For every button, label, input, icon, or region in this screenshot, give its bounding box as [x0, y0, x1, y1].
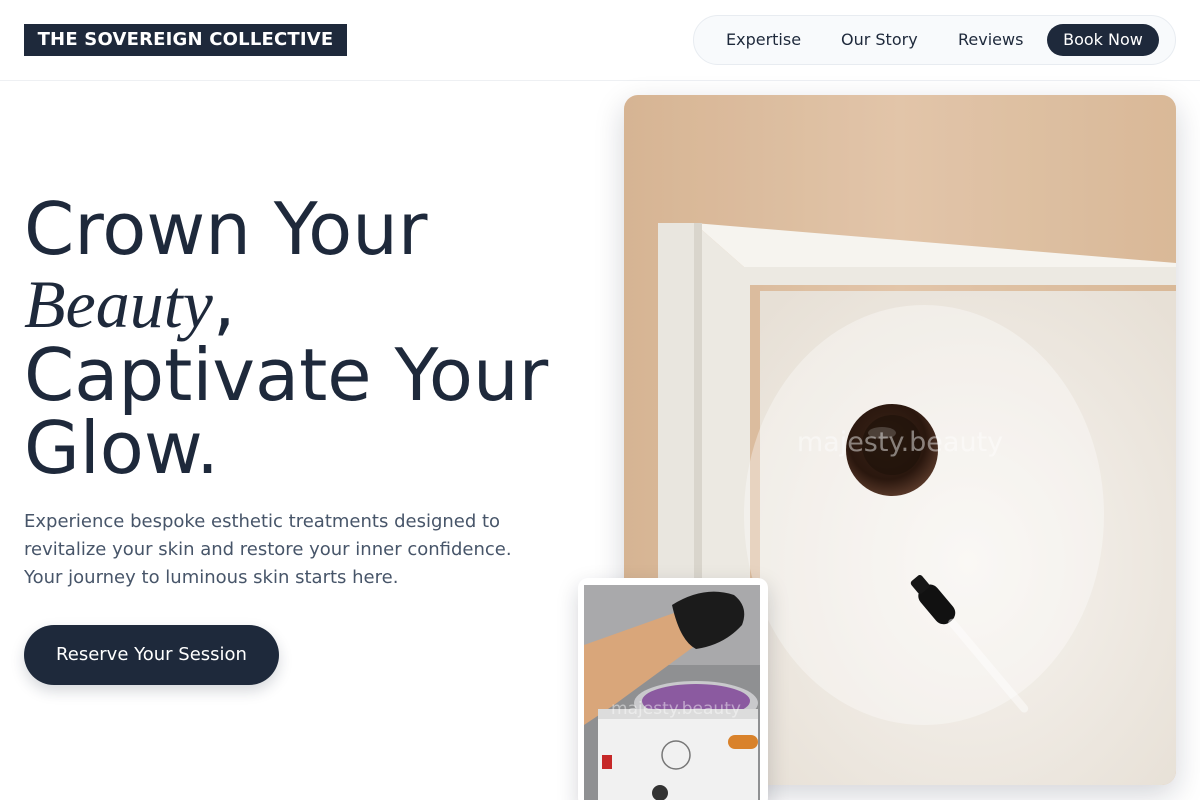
- headline-line-4: Glow.: [24, 406, 220, 490]
- inset-image-watermark: majesty.beauty: [611, 699, 741, 719]
- headline-line-1: Crown Your: [24, 187, 428, 271]
- headline-line-2: Beauty,: [24, 266, 594, 342]
- headline-comma: ,: [212, 260, 236, 344]
- nav-link-expertise[interactable]: Expertise: [726, 24, 801, 56]
- hero-headline: Crown Your Beauty, Captivate Your Glow.: [24, 193, 594, 485]
- headline-line-3: Captivate Your: [24, 333, 549, 417]
- book-now-button[interactable]: Book Now: [1047, 24, 1159, 56]
- nav-link-reviews[interactable]: Reviews: [958, 24, 1023, 56]
- headline-italic-word: Beauty: [24, 266, 213, 342]
- hero-inset-card: majesty.beauty: [578, 578, 768, 800]
- brand-logo[interactable]: THE SOVEREIGN COLLECTIVE: [24, 24, 347, 56]
- hero-inset-image: majesty.beauty: [584, 585, 760, 800]
- nav-link-our-story[interactable]: Our Story: [841, 24, 918, 56]
- reserve-session-button[interactable]: Reserve Your Session: [24, 625, 279, 685]
- main-nav: Expertise Our Story Reviews Book Now: [693, 15, 1176, 65]
- hero-subtext: Experience bespoke esthetic treatments d…: [24, 511, 512, 588]
- site-header: THE SOVEREIGN COLLECTIVE Expertise Our S…: [0, 0, 1200, 81]
- main-image-watermark: majesty.beauty: [797, 427, 1003, 458]
